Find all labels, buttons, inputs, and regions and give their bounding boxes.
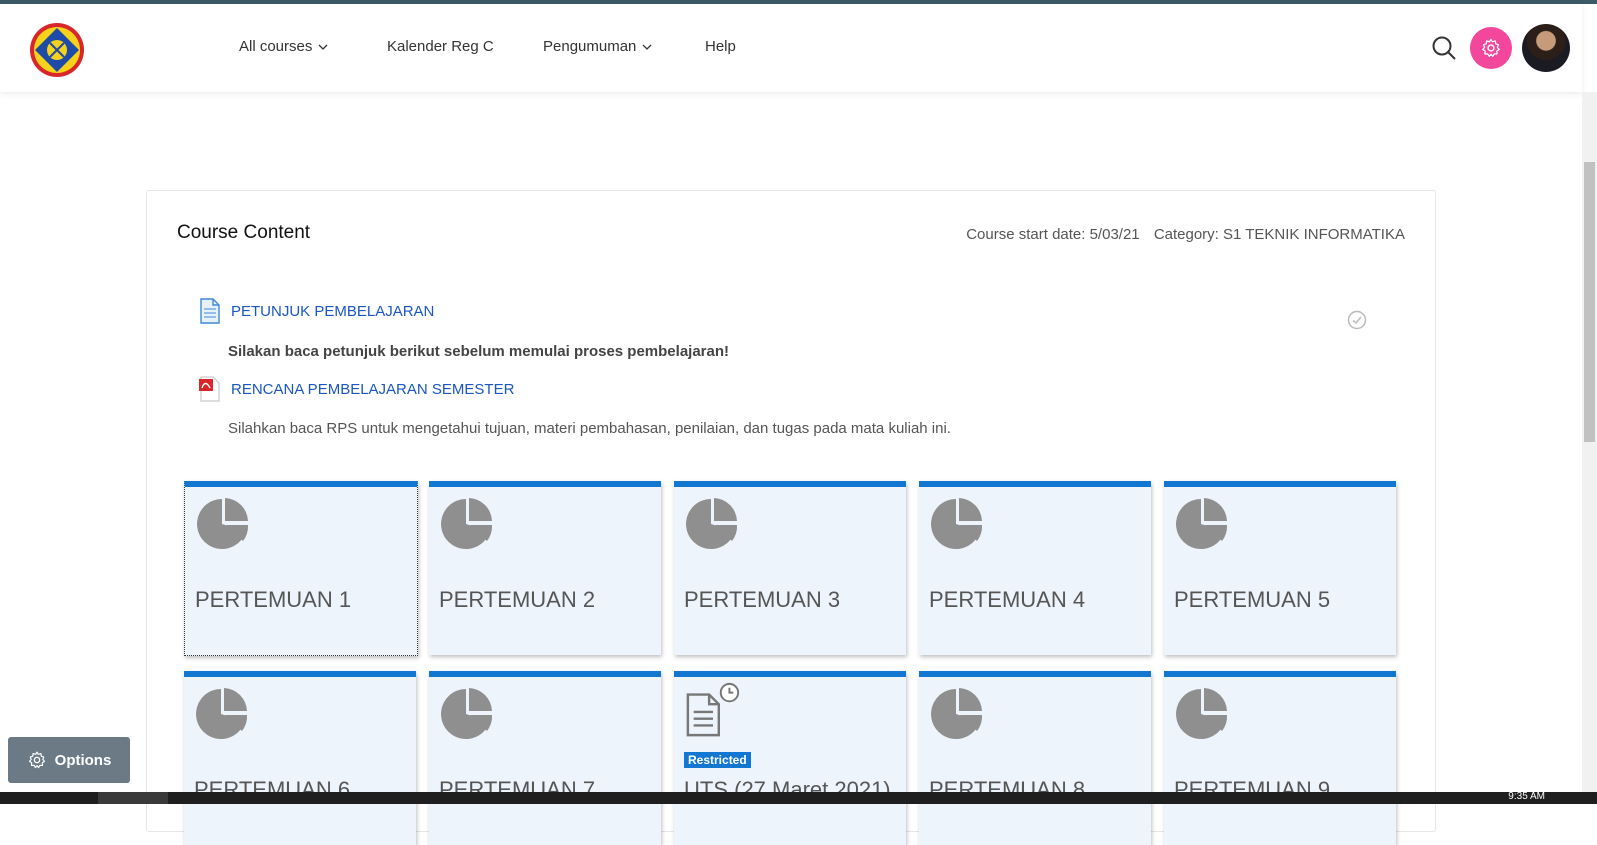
pie-chart-icon	[1176, 688, 1228, 739]
activity-petunjuk-link[interactable]: PETUNJUK PEMBELAJARAN	[231, 303, 434, 320]
nav-help-label: Help	[705, 38, 736, 55]
section-tile[interactable]: PERTEMUAN 4	[919, 481, 1151, 655]
pie-chart-icon	[931, 498, 983, 549]
section-tile-label: PERTEMUAN 3	[684, 587, 841, 612]
course-start-date: Course start date: 5/03/21	[966, 226, 1140, 243]
pie-chart-icon	[686, 498, 738, 549]
activity-rps[interactable]: RENCANA PEMBELAJARAN SEMESTER	[199, 376, 514, 402]
nav-all-courses-label: All courses	[239, 38, 313, 55]
taskbar-clock: 9:35 AM	[1508, 791, 1545, 802]
taskbar-app[interactable]	[98, 792, 168, 804]
section-tile-label: PERTEMUAN 1	[195, 587, 352, 612]
nav-pengumuman-label: Pengumuman	[543, 38, 637, 55]
nav-kalender[interactable]: Kalender Reg C	[387, 38, 494, 55]
nav-all-courses[interactable]: All courses	[239, 38, 328, 55]
section-tile[interactable]: PERTEMUAN 7	[429, 671, 661, 845]
search-icon[interactable]	[1430, 34, 1458, 62]
section-tile-label: PERTEMUAN 5	[1174, 587, 1331, 612]
section-tile[interactable]: Restricted UTS (27 Maret 2021)	[674, 671, 906, 845]
section-tile[interactable]: PERTEMUAN 6	[184, 671, 416, 845]
pie-chart-icon	[931, 688, 983, 739]
pdf-icon	[199, 376, 220, 402]
navbar: All courses Kalender Reg C Pengumuman He…	[0, 4, 1582, 92]
section-tile-label: PERTEMUAN 4	[929, 587, 1086, 612]
options-label: Options	[54, 751, 112, 769]
course-content-title: Course Content	[177, 222, 311, 243]
section-tile-label: PERTEMUAN 2	[439, 587, 596, 612]
pie-chart-icon	[441, 688, 493, 739]
section-tile[interactable]: PERTEMUAN 1	[184, 481, 418, 656]
section-tile[interactable]: PERTEMUAN 5	[1164, 481, 1396, 655]
gear-icon	[1482, 38, 1500, 57]
section-tile[interactable]: PERTEMUAN 2	[429, 481, 661, 655]
activity-rps-link[interactable]: RENCANA PEMBELAJARAN SEMESTER	[231, 381, 514, 398]
pie-chart-icon	[1176, 498, 1228, 549]
activity-petunjuk-description: Silakan baca petunjuk berikut sebelum me…	[228, 343, 730, 360]
pie-chart-icon	[441, 498, 493, 549]
os-taskbar: 9:35 AM	[0, 791, 1597, 804]
chevron-down-icon	[318, 44, 328, 50]
page-scrollbar[interactable]	[1582, 92, 1597, 792]
scrollbar-thumb[interactable]	[1584, 162, 1595, 442]
course-category: Category: S1 TEKNIK INFORMATIKA	[1153, 226, 1405, 243]
nav-kalender-label: Kalender Reg C	[387, 38, 494, 55]
nav-help[interactable]: Help	[705, 38, 736, 55]
pie-chart-icon	[197, 498, 249, 549]
user-avatar[interactable]	[1522, 24, 1570, 72]
document-clock-icon	[686, 682, 740, 737]
activity-rps-description: Silahkan baca RPS untuk mengetahui tujua…	[228, 420, 951, 437]
completion-check-icon[interactable]	[1347, 310, 1367, 330]
section-tile[interactable]: PERTEMUAN 8	[919, 671, 1151, 845]
page-icon	[200, 298, 220, 324]
restricted-badge: Restricted	[684, 752, 751, 768]
settings-button[interactable]	[1470, 27, 1512, 69]
course-meta: Course start date: 5/03/21 Category: S1 …	[956, 226, 1405, 243]
gear-icon	[28, 751, 45, 769]
options-button[interactable]: Options	[8, 737, 130, 783]
nav-pengumuman[interactable]: Pengumuman	[543, 38, 652, 55]
activity-petunjuk[interactable]: PETUNJUK PEMBELAJARAN	[199, 298, 434, 324]
pie-chart-icon	[196, 688, 248, 739]
section-tile[interactable]: PERTEMUAN 3	[674, 481, 906, 655]
section-tile[interactable]: PERTEMUAN 9	[1164, 671, 1396, 845]
chevron-down-icon	[642, 44, 652, 50]
university-logo[interactable]	[29, 22, 85, 78]
